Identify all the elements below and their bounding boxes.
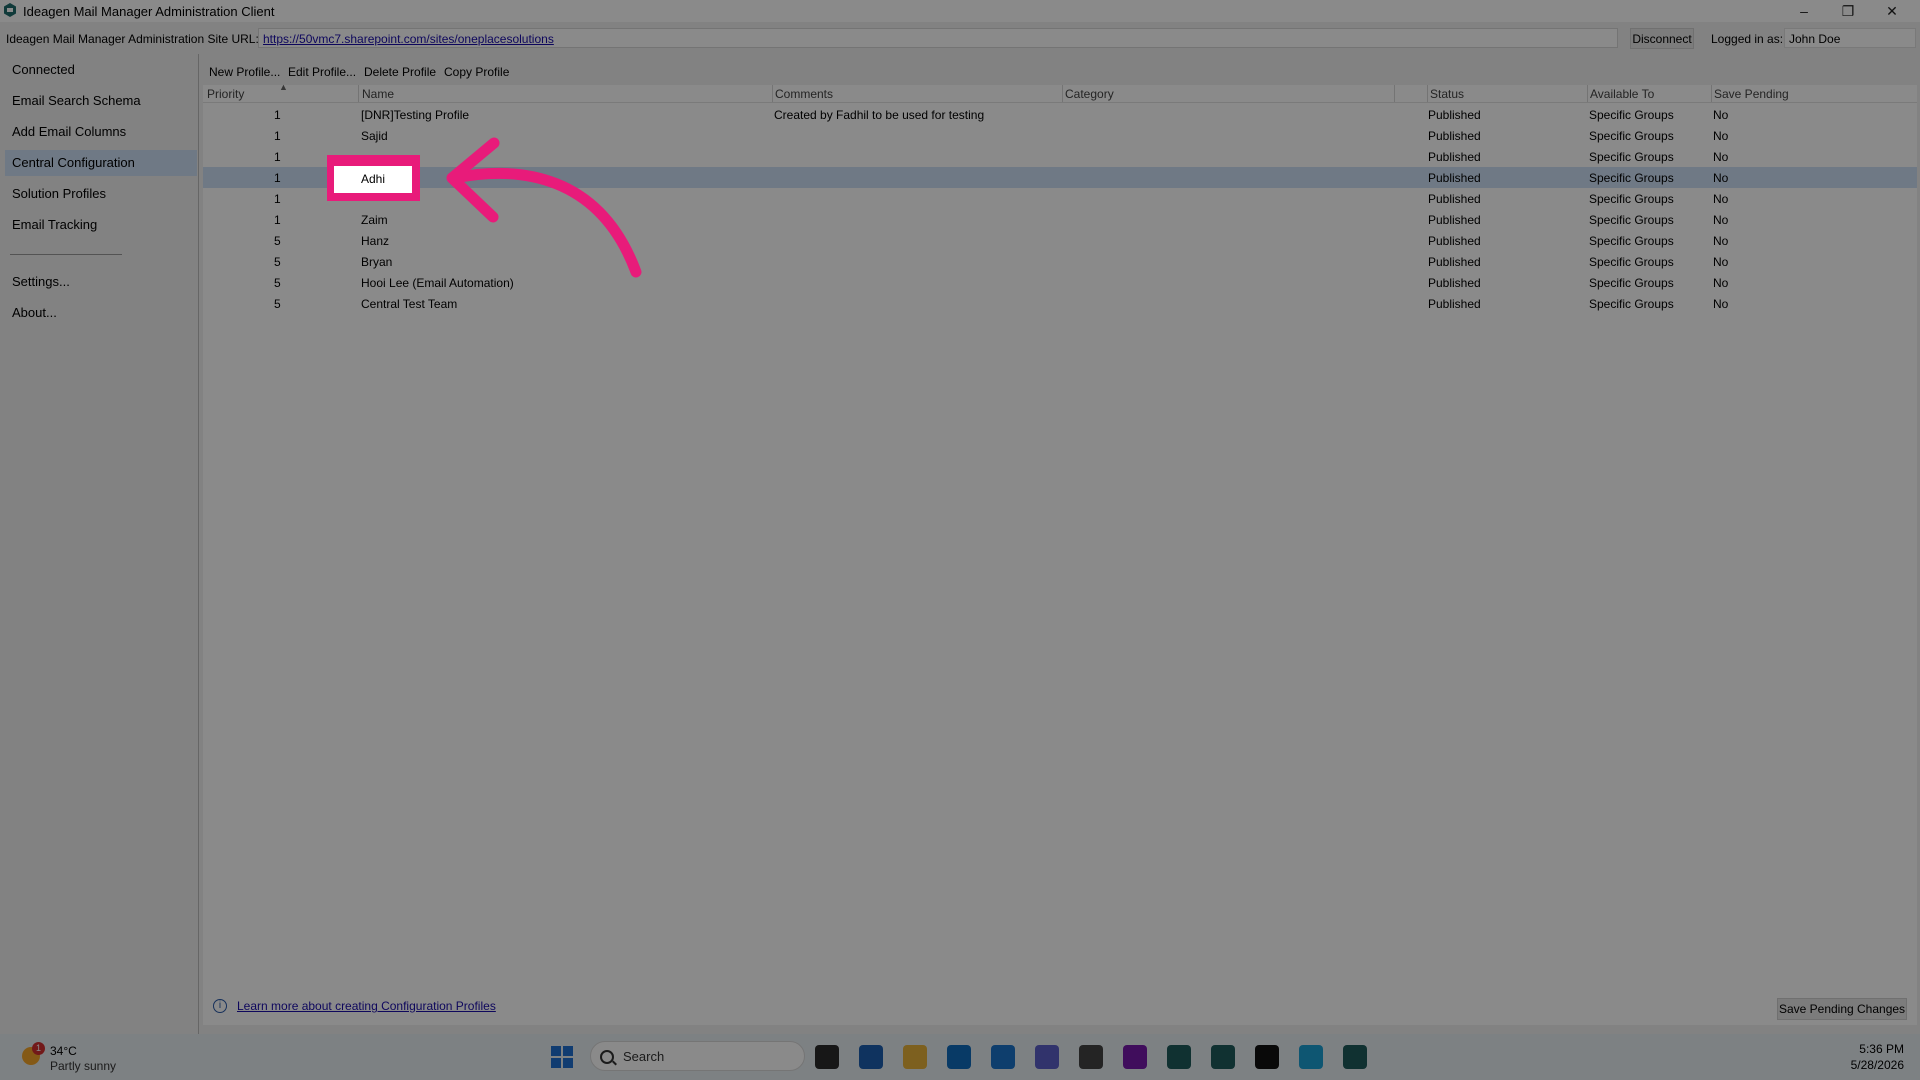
pointer-arrow-icon bbox=[446, 137, 642, 278]
